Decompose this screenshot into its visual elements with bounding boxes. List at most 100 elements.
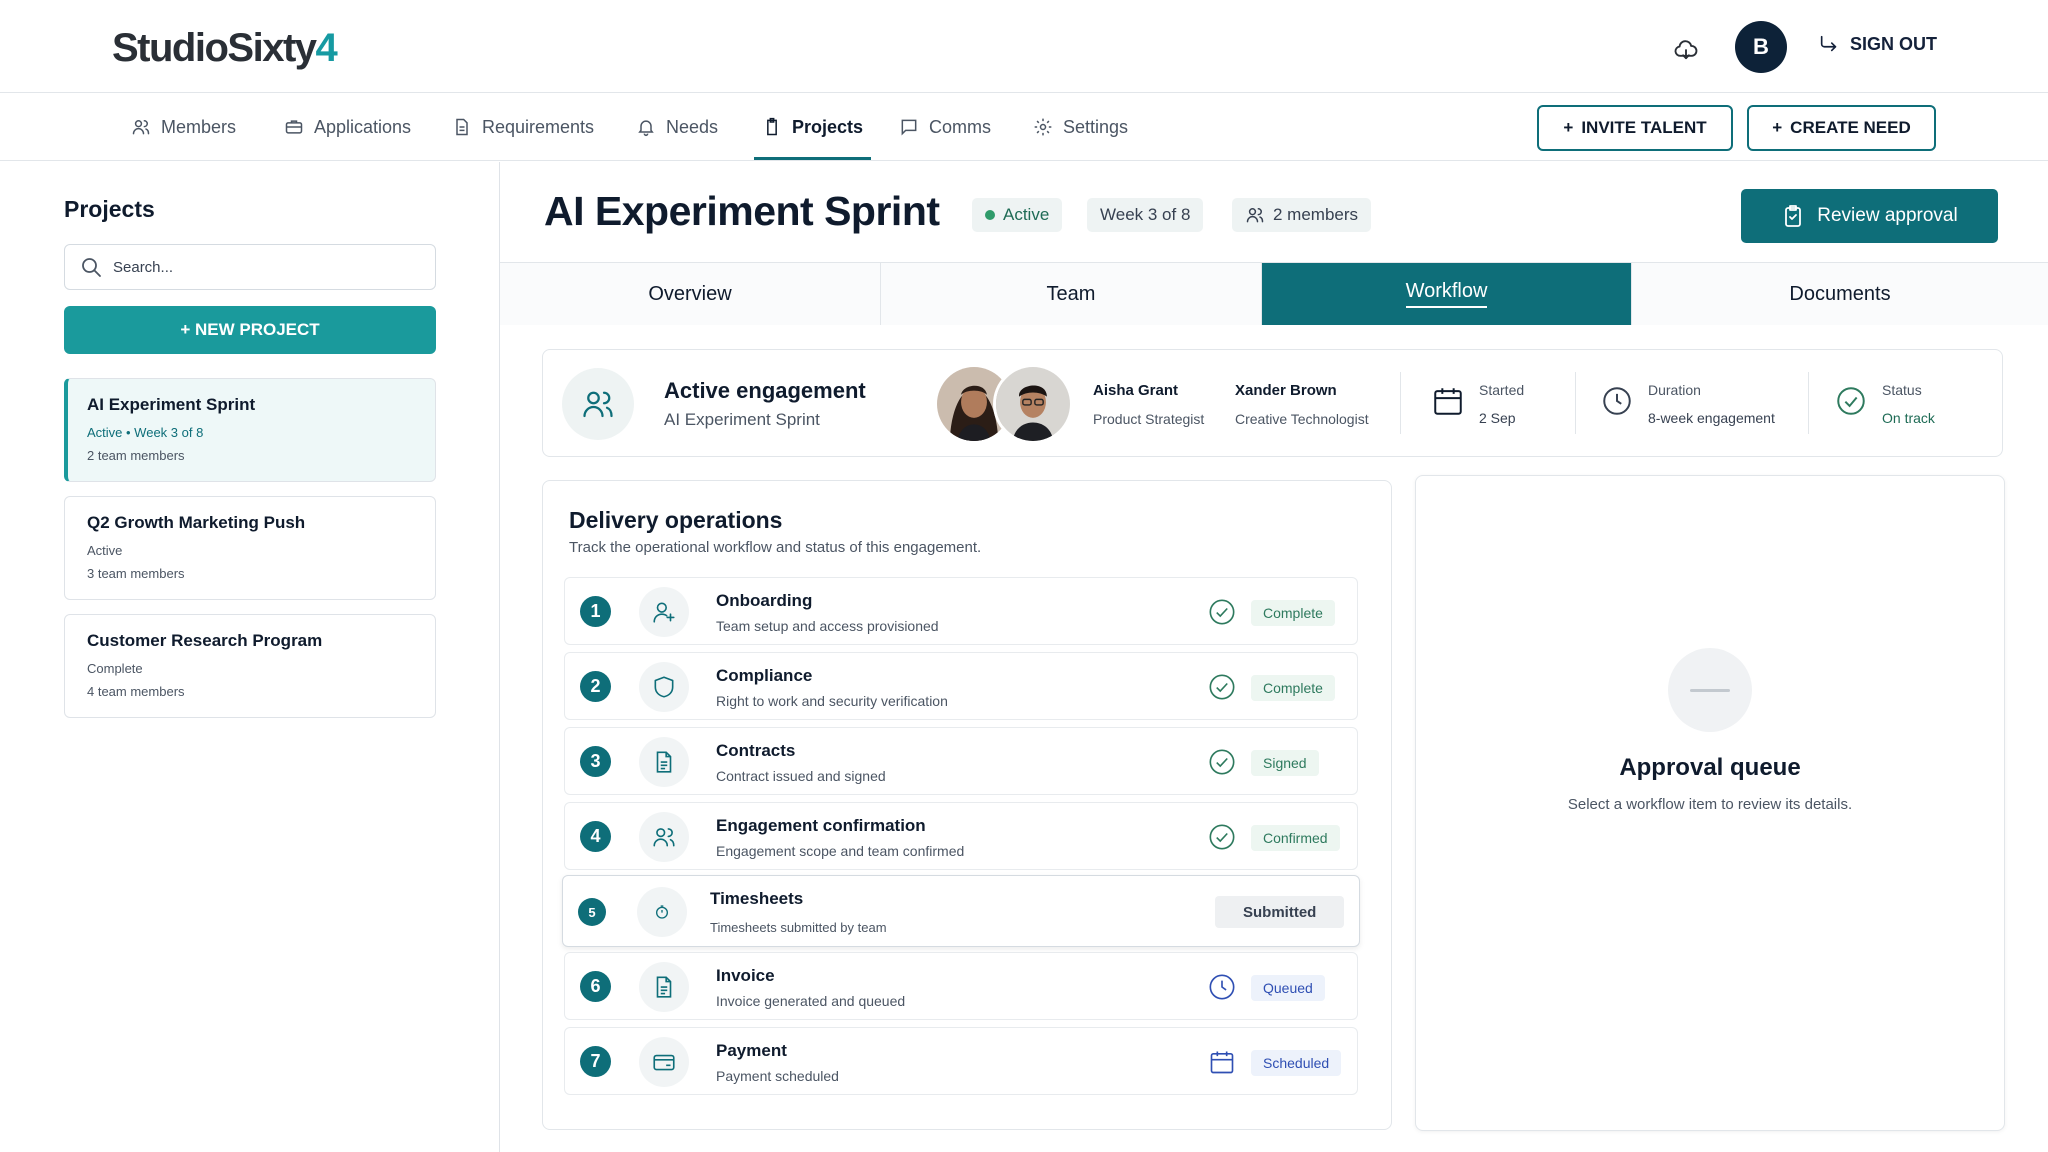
xander-brown-avatar	[993, 364, 1073, 444]
engagement-summary-card: Active engagement AI Experiment Sprint A…	[542, 349, 2003, 457]
nav-item-needs[interactable]: Needs	[636, 94, 718, 160]
sidebar-title: Projects	[64, 196, 155, 222]
step-name: Contracts	[716, 741, 796, 760]
new-project-button[interactable]: + NEW PROJECT	[64, 306, 436, 354]
nav-item-requirements[interactable]: Requirements	[452, 94, 594, 160]
started-label: Started	[1479, 382, 1525, 398]
engagement-title: Active engagement	[664, 378, 866, 403]
tab-label: Team	[1046, 282, 1096, 305]
step-description: Engagement scope and team confirmed	[716, 843, 965, 859]
team-member: Aisha Grant Product Strategist	[1093, 382, 1204, 427]
tab-team[interactable]: Team	[881, 263, 1262, 325]
workflow-step-engagement-confirmation[interactable]: 4 Engagement confirmation Engagement sco…	[564, 802, 1358, 870]
delivery-title: Delivery operations	[569, 507, 783, 533]
workflow-step-onboarding[interactable]: 1 Onboarding Team setup and access provi…	[564, 577, 1358, 645]
status-badge: Confirmed	[1251, 825, 1340, 851]
duration-value: 8-week engagement	[1648, 410, 1775, 426]
project-search[interactable]	[64, 244, 436, 290]
nav-item-applications[interactable]: Applications	[284, 94, 411, 160]
members-chip: 2 members	[1232, 198, 1372, 232]
status-badge: Complete	[1251, 675, 1335, 701]
project-status: Active	[87, 543, 123, 558]
delivery-operations-card: Delivery operations Track the operationa…	[542, 480, 1392, 1130]
status-dot-icon	[985, 210, 995, 220]
status-label: Status	[1882, 382, 1922, 398]
nav-label-applications: Applications	[314, 116, 412, 137]
members-icon	[1246, 208, 1264, 223]
workflow-step-timesheets[interactable]: 5 Timesheets Timesheets submitted by tea…	[562, 875, 1360, 947]
check-circle-icon	[1209, 599, 1235, 625]
project-status: Complete	[87, 661, 143, 676]
nav-label-settings: Settings	[1063, 116, 1129, 137]
studiosixty4-logo[interactable]: StudioSixty4	[112, 26, 338, 71]
user-avatar[interactable]: B	[1735, 21, 1787, 73]
main-nav: Members Applications Requirements Needs …	[0, 94, 2048, 161]
logo-accent: 4	[315, 26, 338, 70]
clock-icon	[1603, 387, 1631, 415]
timer-icon	[637, 887, 687, 937]
document-icon	[639, 737, 689, 787]
tab-label: Overview	[648, 282, 732, 305]
nav-label-members: Members	[161, 116, 237, 137]
workflow-step-compliance[interactable]: 2 Compliance Right to work and security …	[564, 652, 1358, 720]
check-circle-icon	[1209, 674, 1235, 700]
nav-label-projects: Projects	[792, 116, 864, 137]
divider	[1575, 372, 1576, 434]
divider	[1808, 372, 1809, 434]
sign-out-button[interactable]: SIGN OUT	[1818, 33, 1937, 55]
project-status: Active • Week 3 of 8	[87, 425, 204, 440]
project-card[interactable]: Customer Research Program Complete 4 tea…	[64, 614, 436, 718]
project-name: AI Experiment Sprint	[87, 395, 256, 414]
clock-icon	[1209, 974, 1235, 1000]
review-approval-button[interactable]: Review approval	[1741, 189, 1998, 243]
sign-out-icon	[1820, 35, 1837, 52]
step-number: 7	[580, 1046, 611, 1077]
step-number: 4	[580, 821, 611, 852]
tab-workflow[interactable]: Workflow	[1262, 263, 1632, 325]
nav-item-members[interactable]: Members	[131, 94, 236, 160]
step-name: Onboarding	[716, 591, 813, 610]
status-badge: Scheduled	[1251, 1050, 1342, 1076]
week-chip-label: Week 3 of 8	[1100, 205, 1191, 224]
step-number: 3	[580, 746, 611, 777]
member-role: Creative Technologist	[1235, 411, 1369, 427]
invite-talent-button[interactable]: + INVITE TALENT	[1537, 105, 1733, 151]
member-role: Product Strategist	[1093, 411, 1205, 427]
project-title: AI Experiment Sprint	[544, 188, 940, 234]
tab-overview[interactable]: Overview	[500, 263, 881, 325]
project-name: Customer Research Program	[87, 631, 323, 650]
workflow-step-payment[interactable]: 7 Payment Payment scheduled Scheduled	[564, 1027, 1358, 1095]
clipboard-icon	[767, 117, 777, 136]
nav-item-comms[interactable]: Comms	[899, 94, 991, 160]
plus-icon: +	[1772, 118, 1783, 137]
check-circle-icon	[1209, 824, 1235, 850]
tab-documents[interactable]: Documents	[1632, 263, 2048, 325]
members-chip-label: 2 members	[1273, 205, 1359, 224]
document-icon	[456, 118, 468, 136]
project-members: 2 team members	[87, 448, 185, 463]
project-card[interactable]: AI Experiment Sprint Active • Week 3 of …	[64, 378, 436, 482]
invoice-icon	[639, 962, 689, 1012]
nav-label-needs: Needs	[666, 116, 719, 137]
workflow-step-invoice[interactable]: 6 Invoice Invoice generated and queued Q…	[564, 952, 1358, 1020]
step-number: 2	[580, 671, 611, 702]
project-tabs: Overview Team Workflow Documents	[500, 262, 2048, 325]
top-bar: StudioSixty4 B SIGN OUT	[0, 0, 2048, 93]
step-name: Engagement confirmation	[716, 816, 926, 835]
bell-icon	[638, 120, 654, 137]
status-badge: Signed	[1251, 750, 1319, 776]
cloud-icon[interactable]	[1672, 36, 1700, 64]
plus-icon: +	[1563, 118, 1574, 137]
search-input[interactable]	[113, 258, 413, 276]
team-icon	[639, 812, 689, 862]
step-name: Invoice	[716, 966, 775, 985]
nav-item-projects[interactable]: Projects	[753, 94, 872, 160]
step-description: Right to work and security verification	[716, 693, 948, 709]
project-members: 4 team members	[87, 684, 185, 699]
create-need-button[interactable]: + CREATE NEED	[1747, 105, 1936, 151]
nav-item-settings[interactable]: Settings	[1033, 94, 1128, 160]
workflow-step-contracts[interactable]: 3 Contracts Contract issued and signed S…	[564, 727, 1358, 795]
review-approval-label: Review approval	[1817, 205, 1958, 226]
check-circle-icon	[1209, 749, 1235, 775]
project-card[interactable]: Q2 Growth Marketing Push Active 3 team m…	[64, 496, 436, 600]
